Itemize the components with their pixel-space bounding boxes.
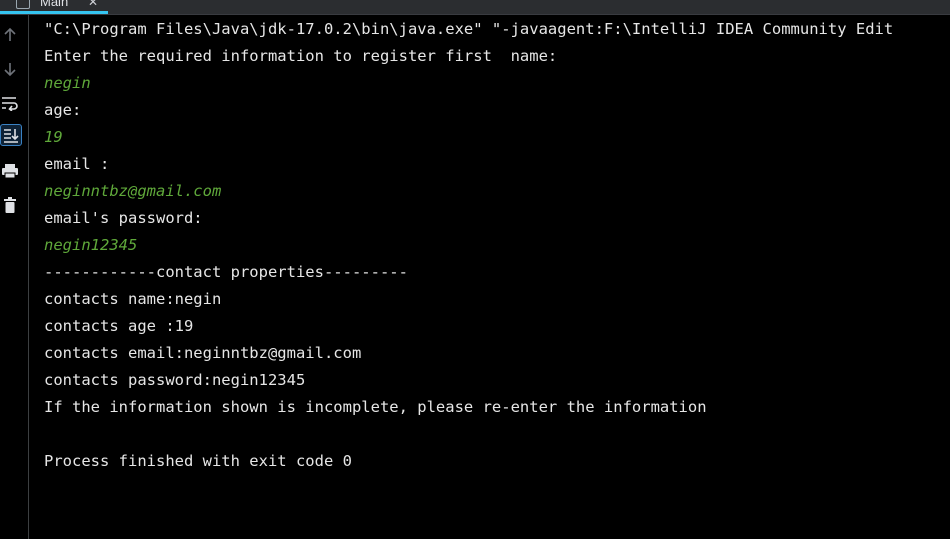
clear-all-button[interactable]	[0, 194, 21, 216]
console-side-toolbar	[0, 15, 29, 539]
console-output-line: ------------contact properties---------	[44, 263, 408, 281]
soft-wrap-button[interactable]	[0, 92, 21, 114]
console-user-input-line: neginntbz@gmail.com	[44, 182, 222, 200]
console-output-line: age:	[44, 101, 82, 119]
print-icon	[1, 163, 19, 179]
run-tab-strip: Main ✕	[0, 0, 950, 15]
console-output-line: contacts age :19	[44, 317, 194, 335]
soft-wrap-icon	[1, 95, 19, 111]
console-output-line: email :	[44, 155, 110, 173]
console-output-line: email's password:	[44, 209, 203, 227]
console-output-line: contacts password:negin12345	[44, 371, 306, 389]
console-output-line: contacts name:negin	[44, 290, 222, 308]
console-output-line: "C:\Program Files\Java\jdk-17.0.2\bin\ja…	[44, 20, 894, 38]
console-user-input-line: negin12345	[44, 236, 138, 254]
scroll-to-end-button[interactable]	[0, 124, 22, 146]
console-output-line: If the information shown is incomplete, …	[44, 398, 707, 416]
console-user-input-line: negin	[44, 74, 91, 92]
console-window-icon	[16, 0, 30, 9]
trash-icon	[3, 197, 17, 213]
tab-label: Main	[40, 0, 69, 9]
console-user-input-line: 19	[44, 128, 63, 146]
close-icon[interactable]: ✕	[88, 0, 98, 10]
print-button[interactable]	[0, 160, 21, 182]
console-output-line: Process finished with exit code 0	[44, 452, 352, 470]
console-output-line: Enter the required information to regist…	[44, 47, 558, 65]
up-button[interactable]	[0, 24, 21, 46]
down-button[interactable]	[0, 58, 21, 80]
scroll-to-end-icon	[3, 127, 19, 143]
active-tab-indicator	[0, 11, 108, 14]
console-output-line: contacts email:neginntbz@gmail.com	[44, 344, 362, 362]
down-arrow-icon	[2, 61, 18, 77]
up-arrow-icon	[2, 27, 18, 43]
console-output[interactable]: "C:\Program Files\Java\jdk-17.0.2\bin\ja…	[44, 16, 950, 539]
